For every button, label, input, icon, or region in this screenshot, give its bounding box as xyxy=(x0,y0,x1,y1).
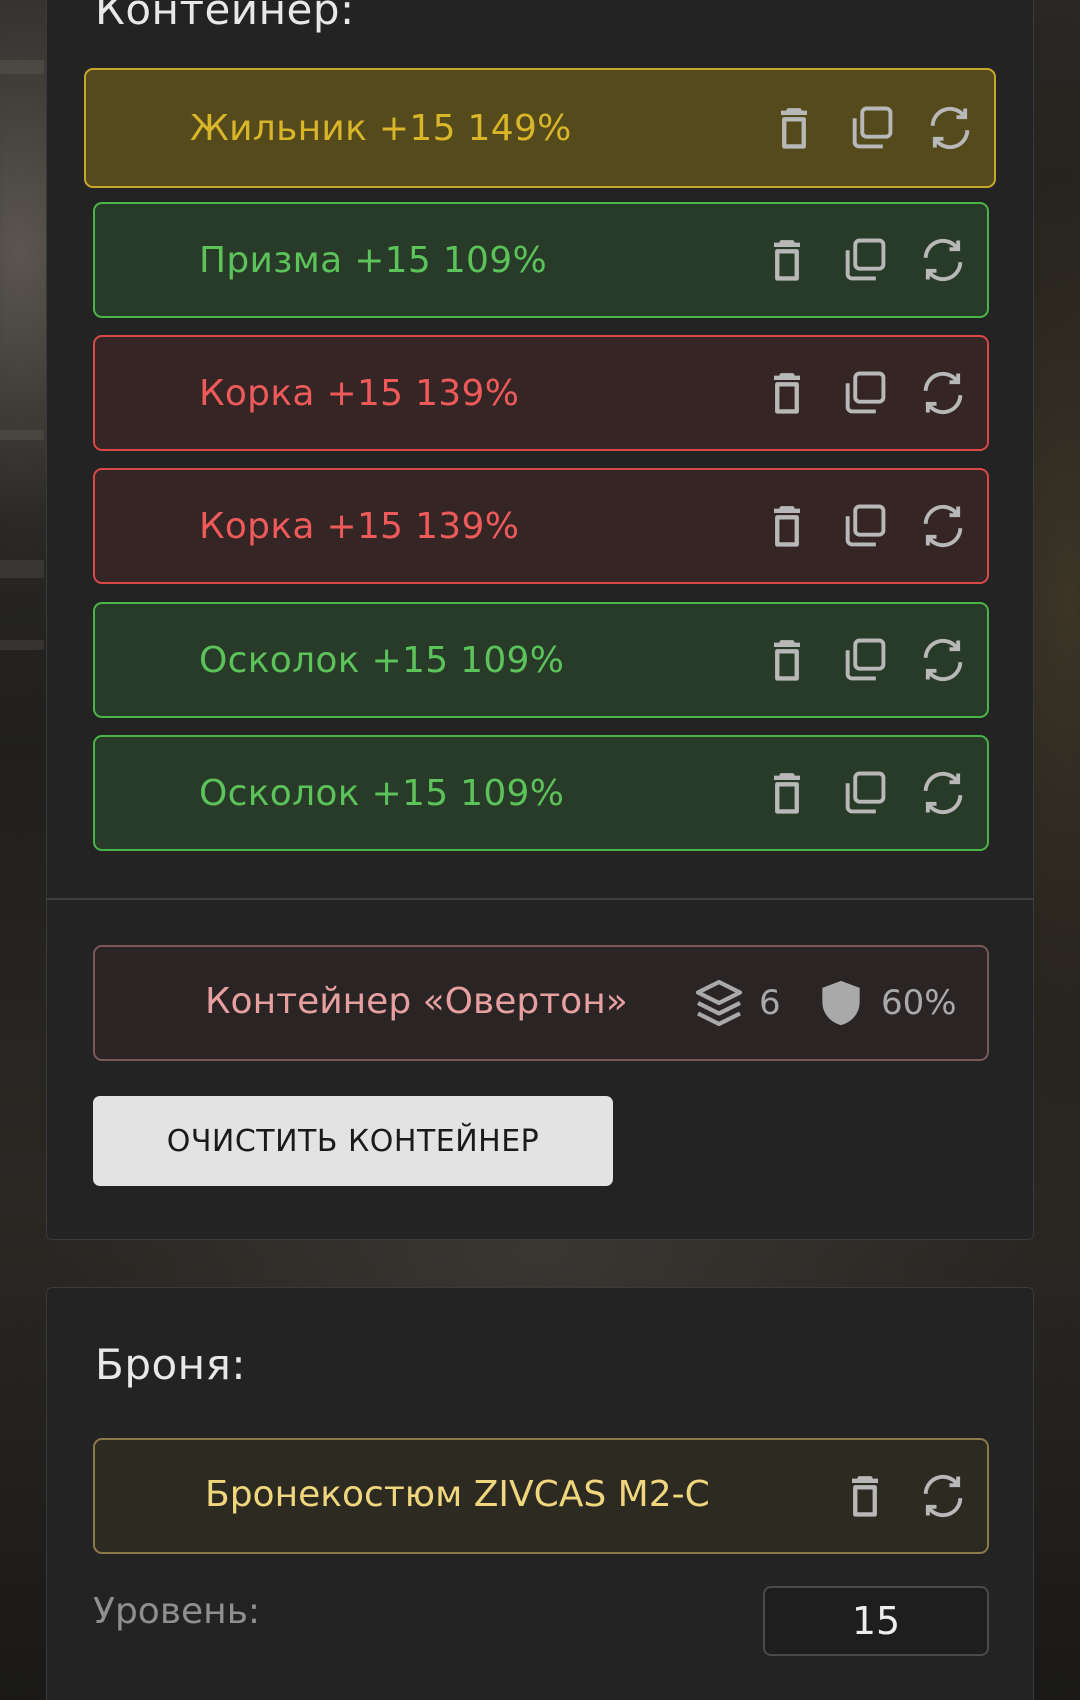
refresh-icon[interactable] xyxy=(915,232,971,288)
artifact-row[interactable]: Корка +15 139% xyxy=(93,335,989,451)
trash-icon[interactable] xyxy=(837,1468,893,1524)
copy-icon[interactable] xyxy=(844,100,900,156)
slots-stat: 6 xyxy=(691,975,781,1031)
artifact-label: Осколок +15 109% xyxy=(199,639,565,681)
copy-icon[interactable] xyxy=(837,232,893,288)
layers-icon xyxy=(695,979,743,1027)
copy-icon[interactable] xyxy=(837,498,893,554)
armor-row[interactable]: Бронекостюм ZIVCAS M2-C xyxy=(93,1438,989,1554)
artifact-row[interactable]: Призма +15 109% xyxy=(93,202,989,318)
container-panel: Контейнер: Жильник +15 149% Призма +15 1… xyxy=(46,0,1034,1240)
artifact-row[interactable]: Жильник +15 149% xyxy=(84,68,996,188)
background-texture xyxy=(0,560,44,578)
armor-label: Бронекостюм ZIVCAS M2-C xyxy=(205,1474,710,1515)
trash-icon[interactable] xyxy=(759,498,815,554)
armor-heading: Броня: xyxy=(95,1340,247,1389)
refresh-icon[interactable] xyxy=(915,498,971,554)
trash-icon[interactable] xyxy=(759,232,815,288)
artifact-label: Корка +15 139% xyxy=(199,505,520,547)
refresh-icon[interactable] xyxy=(915,1468,971,1524)
protection-value: 60% xyxy=(881,983,957,1023)
container-row[interactable]: Контейнер «Овертон» 6 60% xyxy=(93,945,989,1061)
container-label: Контейнер «Овертон» xyxy=(205,981,628,1022)
container-heading: Контейнер: xyxy=(95,0,355,34)
refresh-icon[interactable] xyxy=(915,365,971,421)
trash-icon[interactable] xyxy=(759,365,815,421)
clear-container-button[interactable]: ОЧИСТИТЬ КОНТЕЙНЕР xyxy=(93,1096,613,1186)
slots-value: 6 xyxy=(759,983,781,1023)
level-label: Уровень: xyxy=(93,1591,261,1632)
section-divider xyxy=(47,898,1033,900)
protection-stat: 60% xyxy=(813,975,957,1031)
background-texture xyxy=(0,60,44,74)
trash-icon[interactable] xyxy=(766,100,822,156)
artifact-label: Жильник +15 149% xyxy=(190,107,572,149)
refresh-icon[interactable] xyxy=(915,765,971,821)
copy-icon[interactable] xyxy=(837,765,893,821)
trash-icon[interactable] xyxy=(759,765,815,821)
artifact-label: Осколок +15 109% xyxy=(199,772,565,814)
level-input[interactable] xyxy=(763,1586,989,1656)
trash-icon[interactable] xyxy=(759,632,815,688)
background-texture xyxy=(0,640,44,650)
refresh-icon[interactable] xyxy=(915,632,971,688)
copy-icon[interactable] xyxy=(837,365,893,421)
artifact-row[interactable]: Корка +15 139% xyxy=(93,468,989,584)
refresh-icon[interactable] xyxy=(922,100,978,156)
artifact-label: Корка +15 139% xyxy=(199,372,520,414)
copy-icon[interactable] xyxy=(837,632,893,688)
background-texture xyxy=(0,430,44,440)
artifact-row[interactable]: Осколок +15 109% xyxy=(93,735,989,851)
artifact-label: Призма +15 109% xyxy=(199,239,547,281)
shield-icon xyxy=(822,980,860,1026)
armor-panel: Броня: Бронекостюм ZIVCAS M2-C Уровень: xyxy=(46,1287,1034,1700)
artifact-row[interactable]: Осколок +15 109% xyxy=(93,602,989,718)
